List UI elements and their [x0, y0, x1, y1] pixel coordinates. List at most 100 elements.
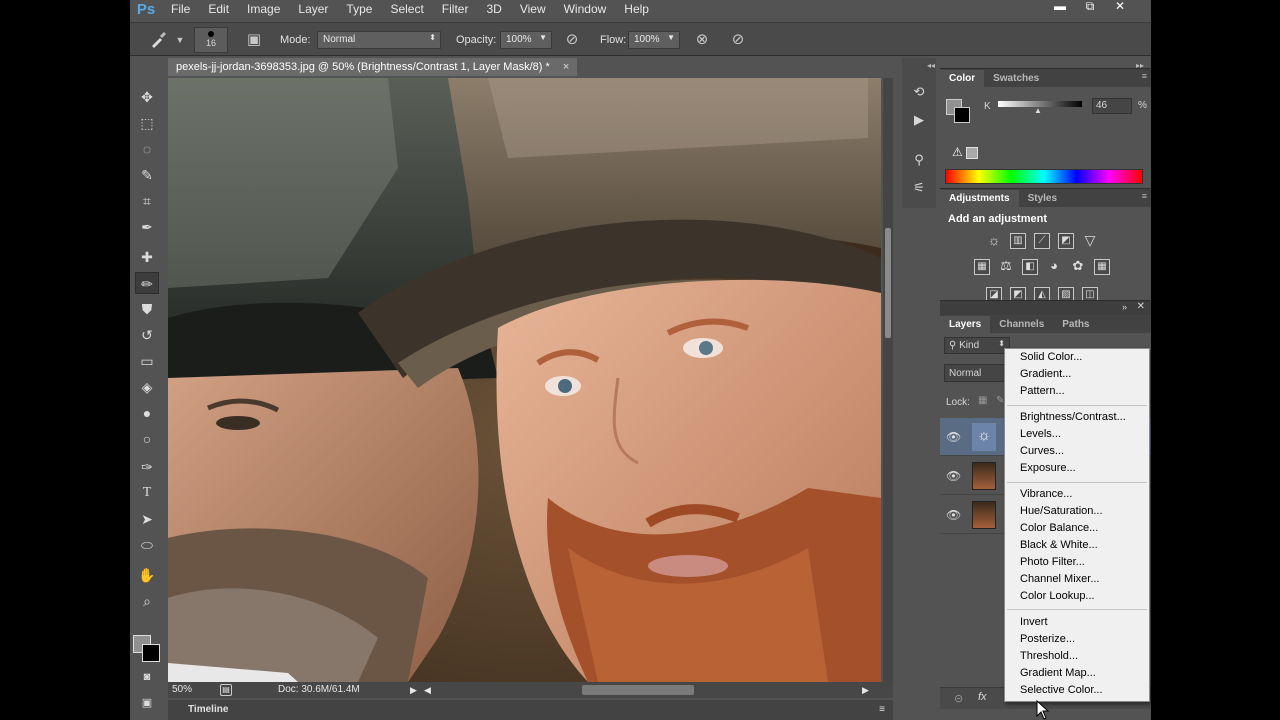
visibility-eye-icon[interactable]: 👁 [946, 430, 961, 444]
zoom-tool-icon[interactable]: ⌕ [135, 590, 159, 612]
brush-size-picker[interactable]: 16 [194, 27, 228, 53]
tab-styles[interactable]: Styles [1019, 190, 1066, 207]
history-brush-tool-icon[interactable]: ↺ [135, 324, 159, 346]
filter-kind-select[interactable]: ⚲ Kind ⬍ [944, 337, 1010, 354]
link-layers-icon[interactable]: ⊝ [954, 692, 963, 705]
collapse-icon[interactable]: » [1122, 302, 1127, 312]
gamut-warning-icon[interactable]: ⚠ [952, 145, 963, 159]
curves-icon[interactable]: ⟋ [1034, 233, 1050, 249]
menu-item-pattern[interactable]: Pattern... [1020, 383, 1065, 400]
menu-select[interactable]: Select [381, 0, 432, 18]
marquee-tool-icon[interactable]: ⬚ [135, 112, 159, 134]
close-document-icon[interactable]: × [563, 61, 569, 73]
menu-item-levels[interactable]: Levels... [1020, 426, 1061, 443]
restore-icon[interactable]: ⧉ [1077, 0, 1103, 14]
color-lookup-icon[interactable]: ▦ [1094, 259, 1110, 275]
actions-play-icon[interactable]: ▶ [909, 110, 929, 130]
mode-select[interactable]: Normal ⬍ [317, 31, 441, 49]
slider-handle-icon[interactable]: ▲ [1034, 106, 1042, 115]
document-tab[interactable]: pexels-jj-jordan-3698353.jpg @ 50% (Brig… [168, 58, 578, 76]
pressure-size-icon[interactable]: ⊘ [728, 31, 748, 49]
scroll-right-icon[interactable]: ▶ [862, 682, 869, 698]
close-icon[interactable]: ✕ [1107, 0, 1133, 14]
menu-item-exposure[interactable]: Exposure... [1020, 460, 1076, 477]
tab-layers[interactable]: Layers [940, 316, 991, 333]
proof-icon[interactable]: ▤ [220, 684, 232, 696]
tab-paths[interactable]: Paths [1053, 316, 1098, 333]
exposure-icon[interactable]: ◩ [1058, 233, 1074, 249]
scroll-left-icon[interactable]: ◀ [424, 682, 431, 698]
menu-layer[interactable]: Layer [289, 0, 337, 18]
menu-item-brightness-contrast[interactable]: Brightness/Contrast... [1020, 409, 1126, 426]
background-color-swatch[interactable] [142, 644, 160, 662]
screen-mode-icon[interactable]: ▣ [135, 692, 159, 714]
lasso-tool-icon[interactable]: ◌ [135, 138, 159, 160]
menu-window[interactable]: Window [555, 0, 616, 18]
websafe-color-swatch[interactable] [966, 147, 978, 159]
menu-item-channel-mixer[interactable]: Channel Mixer... [1020, 571, 1099, 588]
paint-bucket-tool-icon[interactable]: ◈ [135, 376, 159, 398]
collapse-panels-icon[interactable]: ◂◂ [927, 61, 935, 70]
crop-tool-icon[interactable]: ⌗ [135, 190, 159, 212]
quick-mask-icon[interactable]: ◙ [135, 666, 159, 688]
menu-image[interactable]: Image [238, 0, 289, 18]
eyedropper-tool-icon[interactable]: ✒ [135, 216, 159, 238]
healing-brush-tool-icon[interactable]: ✚ [135, 246, 159, 268]
menu-item-posterize[interactable]: Posterize... [1020, 631, 1075, 648]
path-selection-tool-icon[interactable]: ➤ [135, 508, 159, 530]
brush-presets-icon[interactable]: ⚲ [909, 150, 929, 170]
menu-item-threshold[interactable]: Threshold... [1020, 648, 1078, 665]
eraser-tool-icon[interactable]: ▭ [135, 350, 159, 372]
brightness-contrast-icon[interactable]: ☼ [986, 233, 1002, 249]
menu-item-selective-color[interactable]: Selective Color... [1020, 682, 1103, 699]
brush-tool-icon[interactable]: ✏ [135, 272, 159, 294]
menu-item-color-balance[interactable]: Color Balance... [1020, 520, 1098, 537]
levels-icon[interactable]: ▥ [1010, 233, 1026, 249]
menu-filter[interactable]: Filter [433, 0, 478, 18]
menu-file[interactable]: File [162, 0, 199, 18]
tab-adjustments[interactable]: Adjustments [940, 190, 1019, 207]
dodge-tool-icon[interactable]: ○ [135, 428, 159, 450]
status-menu-arrow-icon[interactable]: ▶ [410, 682, 417, 698]
ellipse-tool-icon[interactable]: ⬭ [135, 534, 159, 556]
close-panel-icon[interactable]: ✕ [1137, 301, 1145, 312]
pressure-opacity-icon[interactable]: ⊘ [562, 31, 582, 49]
brush-tool-icon[interactable] [148, 31, 168, 49]
history-panel-icon[interactable]: ⟲ [909, 82, 929, 102]
layer-style-fx-icon[interactable]: fx [978, 691, 987, 703]
color-spectrum-ramp[interactable] [945, 169, 1143, 184]
menu-edit[interactable]: Edit [199, 0, 238, 18]
menu-item-hue-saturation[interactable]: Hue/Saturation... [1020, 503, 1103, 520]
menu-item-color-lookup[interactable]: Color Lookup... [1020, 588, 1095, 605]
horizontal-scrollbar-thumb[interactable] [582, 685, 694, 695]
lock-transparent-icon[interactable]: ▦ [978, 395, 987, 406]
vertical-scrollbar[interactable] [883, 78, 893, 682]
minimize-icon[interactable]: ▬ [1047, 0, 1073, 14]
brush-panel-toggle-icon[interactable]: ▣ [244, 31, 264, 49]
quick-selection-tool-icon[interactable]: ✎ [135, 164, 159, 186]
panel-menu-icon[interactable]: ≡ [1142, 191, 1147, 201]
bg-color-swatch[interactable] [954, 107, 970, 123]
pen-tool-icon[interactable]: ✑ [135, 456, 159, 478]
menu-item-vibrance[interactable]: Vibrance... [1020, 486, 1072, 503]
panel-menu-icon[interactable]: ≡ [879, 700, 885, 720]
channel-mixer-icon[interactable]: ✿ [1070, 259, 1086, 275]
clone-stamp-tool-icon[interactable]: ⛊ [135, 298, 159, 320]
visibility-eye-icon[interactable]: 👁 [946, 469, 961, 483]
menu-item-curves[interactable]: Curves... [1020, 443, 1064, 460]
type-tool-icon[interactable]: T [135, 482, 159, 504]
menu-item-black-white[interactable]: Black & White... [1020, 537, 1098, 554]
menu-item-solid-color[interactable]: Solid Color... [1020, 349, 1082, 366]
tab-channels[interactable]: Channels [990, 316, 1053, 333]
tool-presets-icon[interactable]: ⚟ [909, 178, 929, 198]
menu-help[interactable]: Help [615, 0, 658, 18]
tool-preset-arrow-icon[interactable]: ▼ [170, 31, 190, 49]
menu-3d[interactable]: 3D [477, 0, 510, 18]
expand-panels-icon[interactable]: ▸▸ [1136, 61, 1144, 70]
flow-field[interactable]: 100% ▼ [628, 31, 680, 49]
menu-item-gradient[interactable]: Gradient... [1020, 366, 1071, 383]
panel-menu-icon[interactable]: ≡ [1142, 71, 1147, 81]
blur-tool-icon[interactable]: ● [135, 402, 159, 424]
photo-filter-icon[interactable]: ◕ [1046, 259, 1062, 275]
hand-tool-icon[interactable]: ✋ [135, 564, 159, 586]
